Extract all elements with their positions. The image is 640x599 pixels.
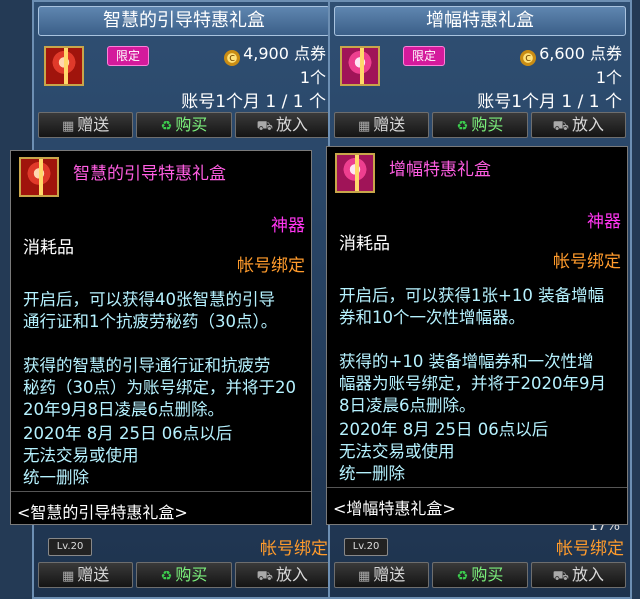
bind-label: 帐号绑定 — [260, 539, 328, 559]
buy-button[interactable]: ♻ 购买 — [432, 112, 528, 138]
deletion-line: 2020年 8月 25日 06点以后 — [339, 420, 549, 439]
basket-icon: ⛟ — [256, 569, 273, 584]
desc-line: 秘药（30点）为账号绑定，并将于20 — [23, 378, 296, 397]
basket-icon: ⛟ — [256, 119, 273, 134]
action-buttons: ▦ 赠送 ♻ 购买 ⛟ 放入 — [334, 112, 626, 138]
cart-label: 放入 — [275, 115, 308, 134]
action-buttons-lower: ▦ 赠送 ♻ 购买 ⛟ 放入 — [334, 562, 626, 588]
buy-icon: ♻ — [456, 119, 469, 134]
buy-button[interactable]: ♻ 购买 — [136, 562, 232, 588]
item-tooltip-amplify: 增幅特惠礼盒 神器 消耗品 帐号绑定 开启后，可以获得1张+10 装备增幅 券和… — [326, 146, 628, 525]
tooltip-deletion-notice: 2020年 8月 25日 06点以后 无法交易或使用 统一删除 — [339, 419, 599, 485]
buy-icon: ♻ — [160, 569, 173, 584]
buy-icon: ♻ — [456, 569, 469, 584]
limited-badge: 限定 — [403, 46, 445, 66]
buy-label: 购买 — [175, 115, 208, 134]
divider — [327, 487, 627, 488]
gift-button[interactable]: ▦ 赠送 — [334, 112, 430, 138]
divider — [11, 491, 311, 492]
account-limit: 账号1个月 1 / 1 个 — [477, 92, 622, 112]
tooltip-classification: 神器 — [271, 216, 305, 236]
buy-button[interactable]: ♻ 购买 — [432, 562, 528, 588]
coupon-coin-icon: c — [224, 50, 241, 66]
item-tooltip-wisdom: 智慧的引导特惠礼盒 神器 消耗品 帐号绑定 开启后，可以获得40张智慧的引导 通… — [10, 150, 312, 525]
item-title: 增幅特惠礼盒 — [334, 6, 626, 36]
desc-line: 通行证和1个抗疲劳秘药（30点）。 — [23, 312, 278, 331]
gift-box-icon[interactable] — [340, 46, 380, 86]
add-to-cart-button[interactable]: ⛟ 放入 — [530, 112, 626, 138]
tooltip-bind: 帐号绑定 — [237, 256, 305, 276]
cart-label: 放入 — [571, 115, 604, 134]
level-badge: Lv.20 — [344, 538, 388, 556]
buy-label: 购买 — [471, 565, 504, 584]
tooltip-description: 开启后，可以获得1张+10 装备增幅 券和10个一次性增幅器。 获得的+10 装… — [339, 285, 623, 417]
desc-line: 券和10个一次性增幅器。 — [339, 308, 525, 327]
add-to-cart-button[interactable]: ⛟ 放入 — [530, 562, 626, 588]
desc-line: 开启后，可以获得1张+10 装备增幅 — [339, 286, 605, 305]
deletion-line: 无法交易或使用 — [339, 442, 455, 461]
gift-button[interactable]: ▦ 赠送 — [334, 562, 430, 588]
add-to-cart-button[interactable]: ⛟ 放入 — [234, 112, 330, 138]
deletion-line: 2020年 8月 25日 06点以后 — [23, 424, 233, 443]
price-value: 6,600 点券 — [539, 44, 622, 63]
tooltip-footer-name: <增幅特惠礼盒> — [333, 499, 456, 518]
deletion-line: 统一删除 — [23, 468, 89, 487]
coupon-coin-icon: c — [520, 50, 537, 66]
add-to-cart-button[interactable]: ⛟ 放入 — [234, 562, 330, 588]
desc-line — [339, 329, 623, 351]
tooltip-description: 开启后，可以获得40张智慧的引导 通行证和1个抗疲劳秘药（30点）。 获得的智慧… — [23, 289, 307, 421]
quantity: 1个 — [299, 68, 326, 87]
item-title: 智慧的引导特惠礼盒 — [38, 6, 330, 36]
tooltip-bind: 帐号绑定 — [553, 252, 621, 272]
gift-label: 赠送 — [77, 565, 110, 584]
desc-line: 开启后，可以获得40张智慧的引导 — [23, 290, 275, 309]
gift-icon: ▦ — [62, 569, 75, 584]
basket-icon: ⛟ — [552, 569, 569, 584]
tooltip-item-type: 消耗品 — [23, 238, 74, 258]
gift-label: 赠送 — [77, 115, 110, 134]
desc-line: 幅器为账号绑定，并将于2020年9月 — [339, 374, 606, 393]
level-badge: Lv.20 — [48, 538, 92, 556]
cart-label: 放入 — [571, 565, 604, 584]
price: c 4,900 点券 — [224, 40, 326, 66]
tooltip-item-name: 增幅特惠礼盒 — [389, 160, 491, 180]
tooltip-footer-name: <智慧的引导特惠礼盒> — [17, 503, 188, 522]
action-buttons-lower: ▦ 赠送 ♻ 购买 ⛟ 放入 — [38, 562, 330, 588]
gift-icon: ▦ — [62, 119, 75, 134]
buy-label: 购买 — [471, 115, 504, 134]
desc-line: 20年9月8日凌晨6点删除。 — [23, 400, 224, 419]
account-limit: 账号1个月 1 / 1 个 — [181, 92, 326, 112]
gift-box-icon — [335, 153, 375, 193]
gift-box-icon — [19, 157, 59, 197]
deletion-line: 无法交易或使用 — [23, 446, 139, 465]
price-value: 4,900 点券 — [243, 44, 326, 63]
gift-label: 赠送 — [373, 115, 406, 134]
quantity: 1个 — [595, 68, 622, 87]
tooltip-item-name: 智慧的引导特惠礼盒 — [73, 164, 226, 184]
desc-line: 8日凌晨6点删除。 — [339, 396, 476, 415]
gift-label: 赠送 — [373, 565, 406, 584]
gift-box-icon[interactable] — [44, 46, 84, 86]
tooltip-deletion-notice: 2020年 8月 25日 06点以后 无法交易或使用 统一删除 — [23, 423, 283, 489]
limited-badge: 限定 — [107, 46, 149, 66]
gift-icon: ▦ — [358, 569, 371, 584]
buy-button[interactable]: ♻ 购买 — [136, 112, 232, 138]
buy-icon: ♻ — [160, 119, 173, 134]
action-buttons: ▦ 赠送 ♻ 购买 ⛟ 放入 — [38, 112, 330, 138]
cart-label: 放入 — [275, 565, 308, 584]
gift-button[interactable]: ▦ 赠送 — [38, 562, 134, 588]
desc-line: 获得的+10 装备增幅券和一次性增 — [339, 352, 594, 371]
deletion-line: 统一删除 — [339, 464, 405, 483]
gift-button[interactable]: ▦ 赠送 — [38, 112, 134, 138]
desc-line: 获得的智慧的引导通行证和抗疲劳 — [23, 356, 271, 375]
tooltip-item-type: 消耗品 — [339, 234, 390, 254]
tooltip-classification: 神器 — [587, 212, 621, 232]
price: c 6,600 点券 — [520, 40, 622, 66]
desc-line — [23, 333, 307, 355]
bind-label: 帐号绑定 — [556, 539, 624, 559]
buy-label: 购买 — [175, 565, 208, 584]
gift-icon: ▦ — [358, 119, 371, 134]
basket-icon: ⛟ — [552, 119, 569, 134]
